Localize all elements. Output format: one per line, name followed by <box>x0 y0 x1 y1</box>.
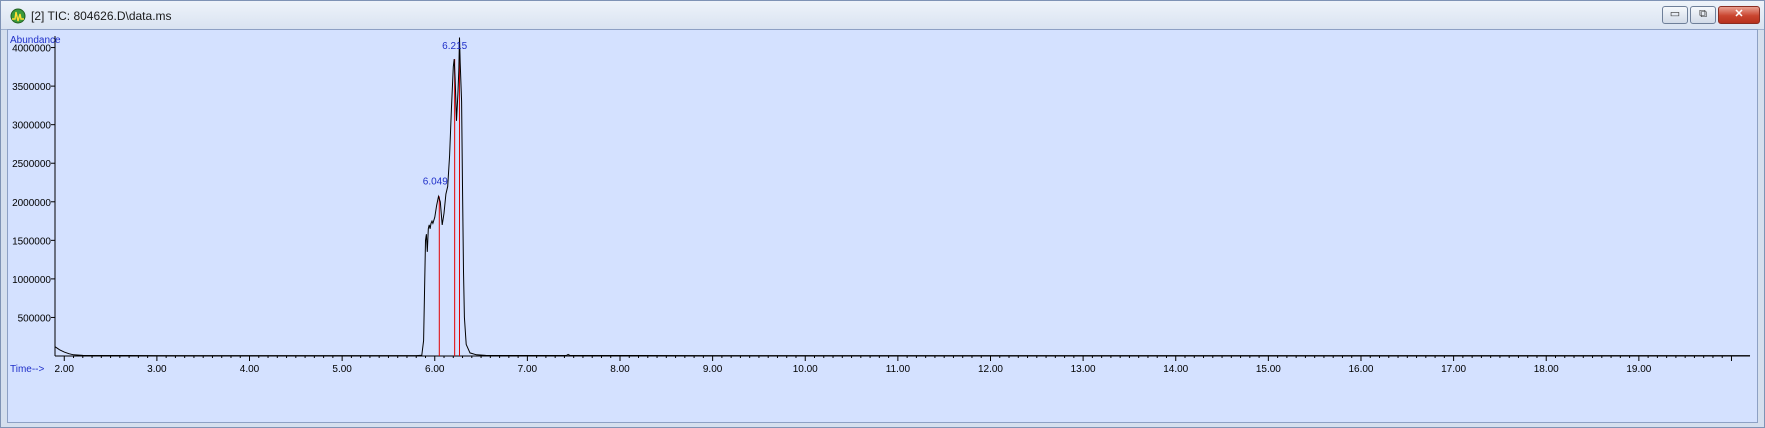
x-tick-label: 14.00 <box>1163 364 1188 375</box>
y-tick-label: 1000000 <box>12 275 51 286</box>
window-title: [2] TIC: 804626.D\data.ms <box>31 9 172 23</box>
minimize-button[interactable]: ▭ <box>1662 6 1688 24</box>
chromatogram-plot[interactable]: 2.00 3.00 4.00 5.00 6.00 7.00 8.00 9.00 10.00 11.… <box>7 29 1758 423</box>
peak-label: 6.049 <box>423 176 448 187</box>
x-tick-label: 9.00 <box>703 364 723 375</box>
y-tick-label: 3500000 <box>12 82 51 93</box>
peak-label: 6.215 <box>442 41 467 52</box>
y-tick-label: 2000000 <box>12 198 51 209</box>
chromatogram-window: [2] TIC: 804626.D\data.ms ▭ ⧉ ✕ 2.00 3.00… <box>0 0 1765 428</box>
x-tick-label: 18.00 <box>1534 364 1559 375</box>
x-tick-label: 7.00 <box>518 364 538 375</box>
x-tick-label: 5.00 <box>332 364 352 375</box>
close-button[interactable]: ✕ <box>1718 6 1760 24</box>
x-axis-title: Time--> <box>10 364 45 375</box>
x-tick-label: 3.00 <box>147 364 167 375</box>
chromatogram-chart: 2.00 3.00 4.00 5.00 6.00 7.00 8.00 9.00 10.00 11.… <box>10 35 1751 375</box>
tic-trace-series <box>54 37 1750 357</box>
y-tick-label: 3000000 <box>12 121 51 132</box>
x-tick-label: 2.00 <box>55 364 75 375</box>
x-tick-label: 12.00 <box>978 364 1003 375</box>
x-tick-label: 10.00 <box>793 364 818 375</box>
title-bar[interactable]: [2] TIC: 804626.D\data.ms ▭ ⧉ ✕ <box>1 1 1764 30</box>
minimize-icon: ▭ <box>1669 8 1681 20</box>
restore-icon: ⧉ <box>1699 8 1707 20</box>
x-tick-label: 8.00 <box>610 364 630 375</box>
y-tick-label: 1500000 <box>12 236 51 247</box>
x-tick-label: 4.00 <box>240 364 260 375</box>
close-icon: ✕ <box>1734 8 1744 20</box>
x-tick-label: 13.00 <box>1071 364 1096 375</box>
restore-button[interactable]: ⧉ <box>1690 6 1716 24</box>
x-tick-label: 17.00 <box>1441 364 1466 375</box>
y-axis-title: Abundance <box>10 35 61 46</box>
x-tick-label: 19.00 <box>1626 364 1651 375</box>
y-tick-label: 2500000 <box>12 159 51 170</box>
chromatogram-app-icon <box>10 8 26 24</box>
x-tick-label: 16.00 <box>1348 364 1373 375</box>
x-tick-label: 15.00 <box>1256 364 1281 375</box>
y-tick-label: 500000 <box>18 313 52 324</box>
x-tick-label: 11.00 <box>886 364 911 375</box>
x-tick-label: 6.00 <box>425 364 445 375</box>
